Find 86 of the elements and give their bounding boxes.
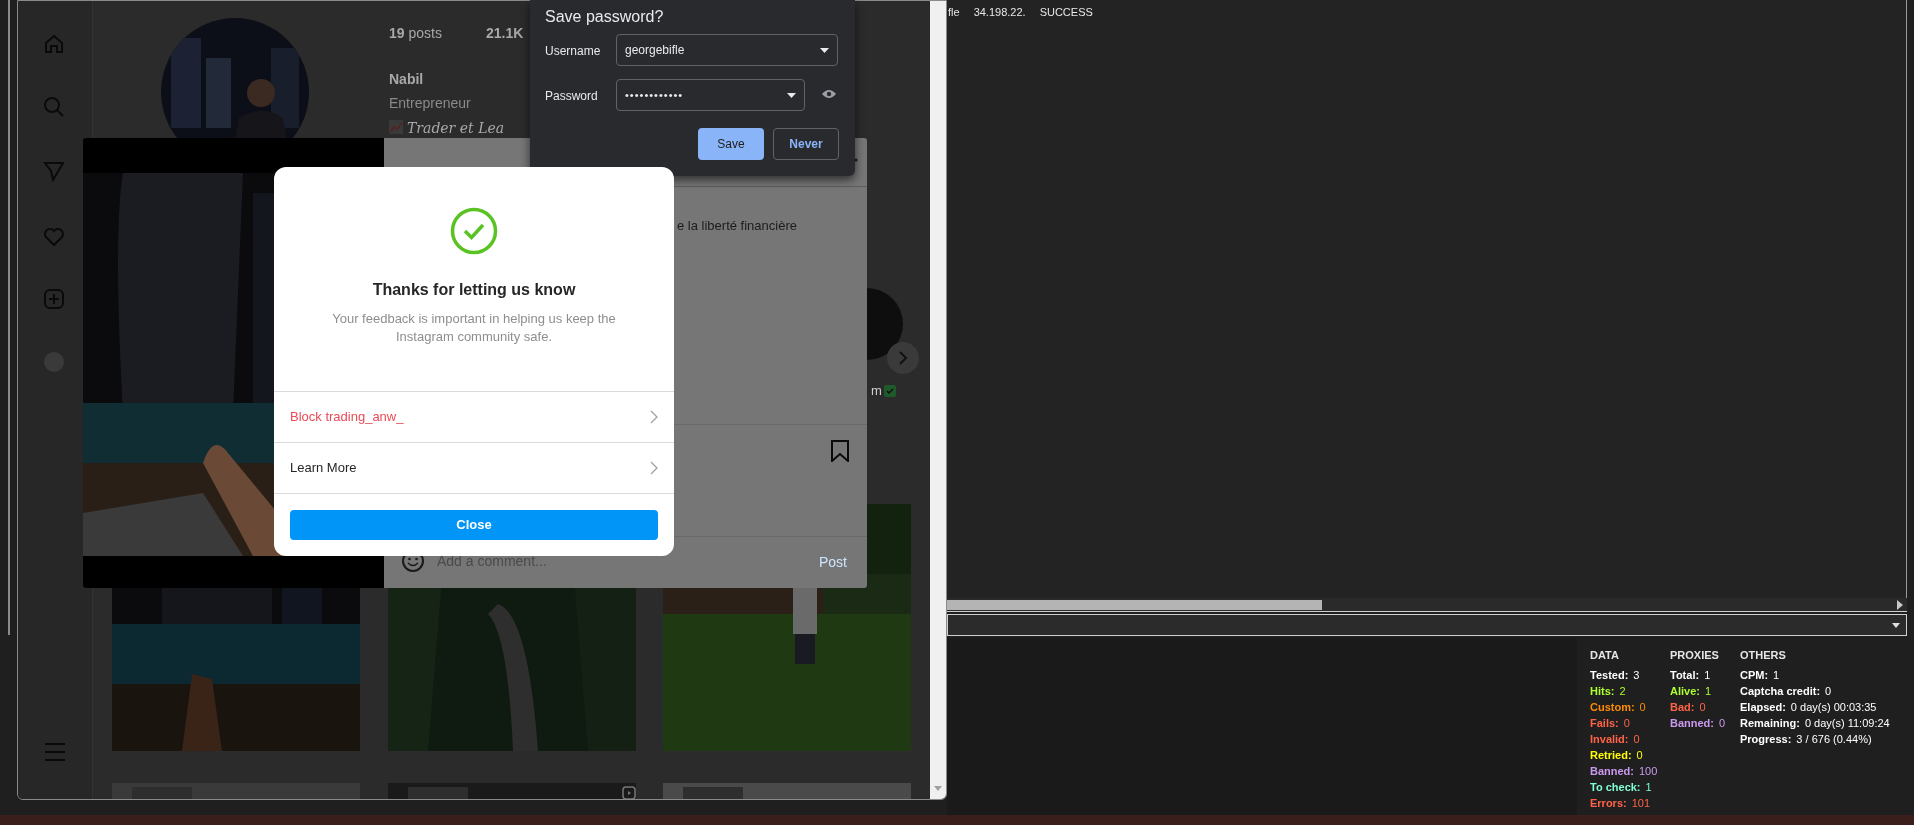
field-label: Password bbox=[545, 88, 598, 105]
scrollbar[interactable] bbox=[930, 1, 946, 799]
stat-value: 1 bbox=[1645, 780, 1652, 795]
stat-value: 0 bbox=[1633, 732, 1640, 747]
stat-value: 100 bbox=[1639, 764, 1658, 779]
stat-label: Bad: bbox=[1670, 700, 1695, 715]
stat-value: 3 / 676 (0.44%) bbox=[1796, 732, 1872, 747]
column-header: DATA bbox=[1590, 648, 1620, 662]
dialog-title: Thanks for letting us know bbox=[372, 280, 576, 300]
dialog-message: Your feedback is important in helping us keep the Instagram community safe. bbox=[331, 310, 617, 346]
stat-label: Banned: bbox=[1590, 764, 1634, 779]
send-icon[interactable] bbox=[43, 160, 65, 182]
password-field[interactable]: •••••••••••• bbox=[616, 79, 805, 111]
reel-icon bbox=[622, 786, 636, 799]
stat-value: 0 bbox=[1825, 684, 1832, 699]
stat-value: 0 day(s) 11:09:24 bbox=[1804, 716, 1890, 731]
profile-bio: Trader et Lea bbox=[407, 119, 505, 138]
stat-label: Retried: bbox=[1590, 748, 1632, 763]
stat-value: 0 bbox=[1639, 700, 1646, 715]
save-button[interactable]: Save bbox=[698, 128, 764, 160]
profile-name: Nabil bbox=[389, 70, 424, 89]
caption-text: e la liberté financière bbox=[677, 217, 797, 235]
check-icon bbox=[883, 384, 896, 397]
scroll-right-icon[interactable] bbox=[1897, 600, 1903, 610]
scrollbar[interactable] bbox=[947, 598, 1907, 612]
heart-icon[interactable] bbox=[43, 226, 65, 248]
stat-label: Hits: bbox=[1590, 684, 1615, 699]
log-cell-text: 34.198.22. bbox=[973, 5, 1026, 20]
stat-label: Remaining: bbox=[1740, 716, 1800, 731]
stat-label: Invalid: bbox=[1590, 732, 1629, 747]
stat-label: Tested: bbox=[1590, 668, 1629, 683]
field-label: Username bbox=[545, 43, 601, 60]
scrollbar-thumb[interactable] bbox=[947, 600, 1322, 610]
stat-label: Banned: bbox=[1670, 716, 1714, 731]
stat-label: Captcha credit: bbox=[1740, 684, 1821, 699]
stat-label: Total: bbox=[1670, 668, 1700, 683]
stat-value: 3 bbox=[1633, 668, 1640, 683]
popup-title: Save password? bbox=[545, 7, 664, 27]
stat-value: 0 bbox=[1636, 748, 1643, 763]
dropdown-field[interactable] bbox=[947, 614, 1907, 636]
stat-value: 1 bbox=[1773, 668, 1780, 683]
search-icon[interactable] bbox=[43, 96, 65, 118]
stat-value: 1 bbox=[1704, 684, 1712, 699]
stat-value: 0 day(s) 00:03:35 bbox=[1790, 700, 1877, 715]
avatar-icon bbox=[867, 288, 903, 360]
stat-label: Fails: bbox=[1590, 716, 1619, 731]
scroll-down-icon[interactable] bbox=[934, 786, 942, 791]
eye-icon[interactable] bbox=[822, 89, 836, 99]
log-cell-text: SUCCESS bbox=[1039, 5, 1093, 20]
bookmark-icon[interactable] bbox=[831, 440, 849, 462]
chart-icon bbox=[389, 120, 403, 134]
stat-value: 2 bbox=[1619, 684, 1626, 699]
caret-icon bbox=[1892, 622, 1900, 628]
chevron-right-icon bbox=[650, 461, 658, 475]
stat-label: Errors: bbox=[1590, 796, 1627, 811]
stat-value: 0 bbox=[1699, 700, 1706, 715]
username-field[interactable]: georgebifle bbox=[616, 34, 838, 66]
stat-value: 1 bbox=[1704, 668, 1711, 683]
post-button[interactable]: Post bbox=[819, 552, 847, 573]
check-circle-icon bbox=[450, 207, 498, 255]
stat-value: 0 bbox=[1623, 716, 1630, 731]
menu-icon[interactable] bbox=[45, 743, 65, 761]
caret-icon bbox=[787, 92, 796, 98]
tag-text: m bbox=[871, 382, 882, 400]
stat-value: 101 bbox=[1631, 796, 1651, 811]
never-button[interactable]: Never bbox=[773, 128, 839, 160]
stat-value: 0 bbox=[1719, 716, 1726, 731]
log-cell-text: fle bbox=[948, 5, 960, 20]
stat-label: To check: bbox=[1590, 780, 1641, 795]
stat-label: Custom: bbox=[1590, 700, 1635, 715]
post-count: 19 posts bbox=[389, 24, 442, 43]
menu-item[interactable]: Block trading_anw_ bbox=[274, 391, 674, 442]
home-icon[interactable] bbox=[43, 33, 65, 55]
column-header: PROXIES bbox=[1670, 648, 1720, 662]
chevron-right-icon bbox=[650, 410, 658, 424]
stat-label: Alive: bbox=[1670, 684, 1700, 699]
menu-item[interactable]: Learn More bbox=[274, 442, 674, 493]
plus-icon[interactable] bbox=[43, 288, 65, 310]
caret-icon bbox=[820, 47, 829, 53]
stat-label: CPM: bbox=[1740, 668, 1769, 683]
column-header: OTHERS bbox=[1740, 648, 1787, 662]
follower-count: 21.1K bbox=[486, 24, 524, 43]
stat-label: Progress: bbox=[1740, 732, 1792, 747]
profile-category: Entrepreneur bbox=[389, 94, 471, 113]
chevron-right-icon[interactable] bbox=[887, 342, 919, 374]
stat-label: Elapsed: bbox=[1740, 700, 1786, 715]
